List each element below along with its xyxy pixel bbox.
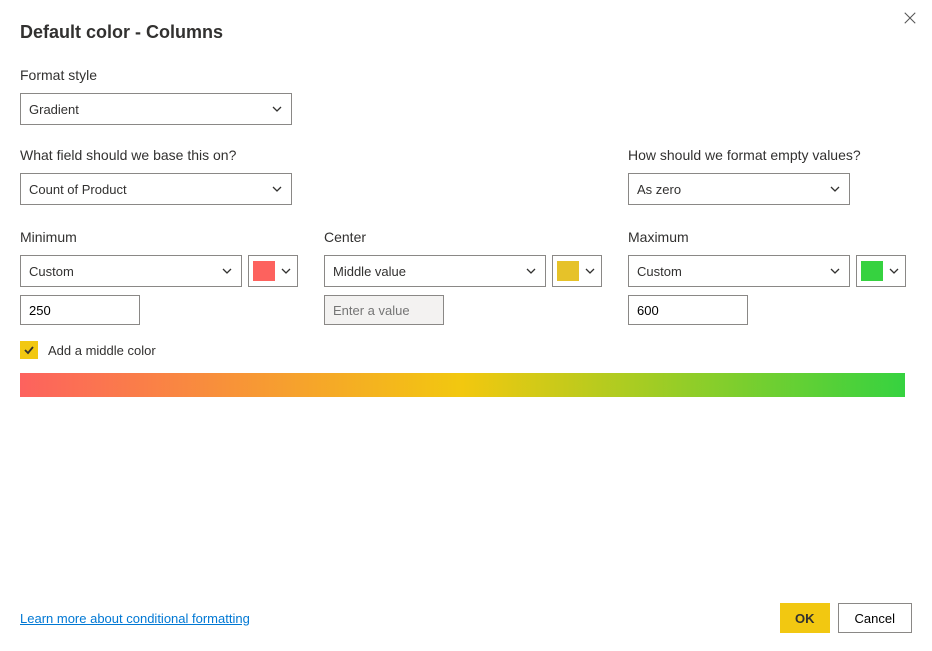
base-field-value: Count of Product: [29, 182, 127, 197]
base-field-select[interactable]: Count of Product: [20, 173, 292, 205]
chevron-down-icon: [829, 265, 841, 277]
format-style-value: Gradient: [29, 102, 79, 117]
maximum-label: Maximum: [628, 229, 906, 245]
maximum-value-input[interactable]: [628, 295, 748, 325]
color-swatch-center: [557, 261, 579, 281]
minimum-mode-value: Custom: [29, 264, 74, 279]
color-swatch-min: [253, 261, 275, 281]
gradient-preview: [20, 373, 905, 397]
center-mode-select[interactable]: Middle value: [324, 255, 546, 287]
chevron-down-icon: [271, 103, 283, 115]
chevron-down-icon: [883, 256, 905, 286]
chevron-down-icon: [829, 183, 841, 195]
maximum-mode-value: Custom: [637, 264, 682, 279]
cancel-button[interactable]: Cancel: [838, 603, 912, 633]
chevron-down-icon: [525, 265, 537, 277]
minimum-label: Minimum: [20, 229, 298, 245]
chevron-down-icon: [579, 256, 601, 286]
empty-values-label: How should we format empty values?: [628, 147, 861, 163]
color-swatch-max: [861, 261, 883, 281]
maximum-color-picker[interactable]: [856, 255, 906, 287]
close-icon: [903, 11, 917, 25]
chevron-down-icon: [275, 256, 297, 286]
base-field-label: What field should we base this on?: [20, 147, 628, 163]
learn-more-link[interactable]: Learn more about conditional formatting: [20, 611, 250, 626]
add-middle-color-checkbox[interactable]: [20, 341, 38, 359]
chevron-down-icon: [221, 265, 233, 277]
empty-values-value: As zero: [637, 182, 681, 197]
checkmark-icon: [23, 344, 35, 356]
format-style-label: Format style: [20, 67, 912, 83]
dialog-title: Default color - Columns: [20, 22, 912, 43]
chevron-down-icon: [271, 183, 283, 195]
center-color-picker[interactable]: [552, 255, 602, 287]
center-value-input: [324, 295, 444, 325]
ok-button[interactable]: OK: [780, 603, 830, 633]
center-mode-value: Middle value: [333, 264, 406, 279]
add-middle-color-label: Add a middle color: [48, 343, 156, 358]
maximum-mode-select[interactable]: Custom: [628, 255, 850, 287]
center-label: Center: [324, 229, 602, 245]
close-button[interactable]: [900, 8, 920, 28]
minimum-mode-select[interactable]: Custom: [20, 255, 242, 287]
minimum-color-picker[interactable]: [248, 255, 298, 287]
minimum-value-input[interactable]: [20, 295, 140, 325]
empty-values-select[interactable]: As zero: [628, 173, 850, 205]
format-style-select[interactable]: Gradient: [20, 93, 292, 125]
